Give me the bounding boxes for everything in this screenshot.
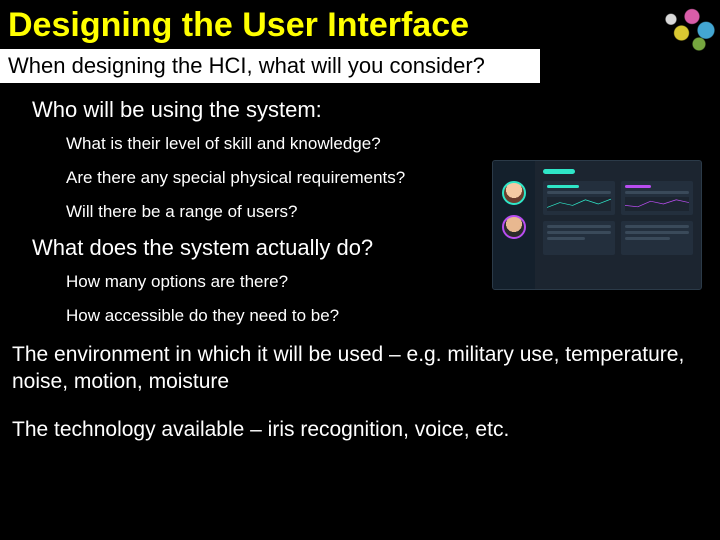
dashboard-illustration bbox=[492, 160, 702, 290]
decorative-splash bbox=[650, 0, 720, 55]
slide-subtitle: When designing the HCI, what will you co… bbox=[0, 49, 540, 83]
dashboard-card bbox=[621, 181, 693, 215]
who-heading: Who will be using the system: bbox=[14, 93, 706, 129]
chart-icon bbox=[625, 197, 689, 211]
who-item: What is their level of skill and knowled… bbox=[14, 129, 706, 163]
accent-bar bbox=[543, 169, 575, 174]
dashboard-sidebar bbox=[493, 161, 535, 289]
avatar-icon bbox=[502, 215, 526, 239]
dashboard-card bbox=[543, 221, 615, 255]
environment-text: The environment in which it will be used… bbox=[0, 335, 720, 410]
technology-text: The technology available – iris recognit… bbox=[0, 410, 720, 457]
dashboard-main bbox=[535, 161, 701, 289]
what-item: How accessible do they need to be? bbox=[14, 301, 706, 335]
avatar-icon bbox=[502, 181, 526, 205]
dashboard-card bbox=[621, 221, 693, 255]
chart-icon bbox=[547, 197, 611, 211]
slide-title: Designing the User Interface bbox=[0, 0, 720, 49]
dashboard-card bbox=[543, 181, 615, 215]
